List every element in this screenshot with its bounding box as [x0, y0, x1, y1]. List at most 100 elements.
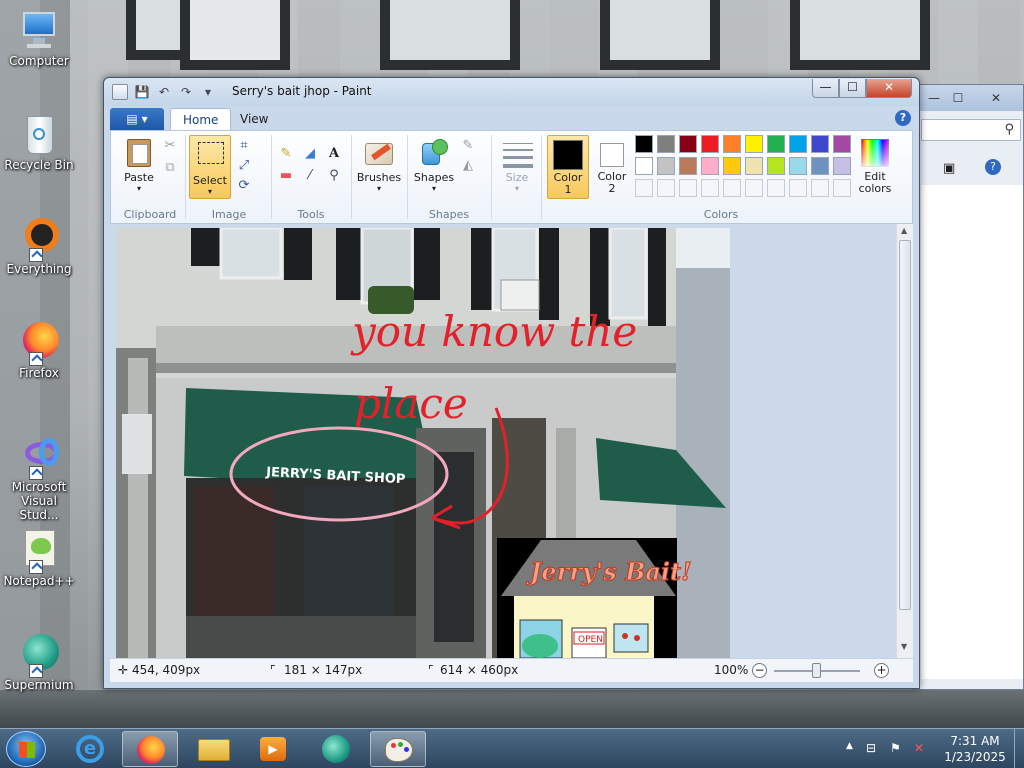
cut-icon[interactable]: ✂ [161, 137, 179, 155]
color-picker-icon[interactable]: ⁄ [301, 167, 319, 185]
save-icon[interactable]: 💾 [134, 84, 150, 100]
action-center-flag-icon[interactable]: ⚑ [890, 741, 901, 755]
palette-color-swatch[interactable] [657, 157, 675, 175]
color2-button[interactable]: Color 2 [593, 135, 631, 199]
taskbar-firefox[interactable] [122, 731, 178, 767]
paint-window[interactable]: 💾 ↶ ↷ ▾ Serry's bait jhop - Paint — ☐ ✕ … [103, 77, 920, 689]
palette-color-swatch[interactable] [789, 157, 807, 175]
redo-icon[interactable]: ↷ [178, 84, 194, 100]
background-search-box[interactable]: ⚲ [921, 119, 1021, 141]
background-window[interactable]: — ☐ ✕ ⚲ ▣ ? [912, 84, 1024, 690]
custom-color-slot[interactable] [833, 179, 851, 197]
start-button[interactable] [6, 731, 46, 767]
palette-color-swatch[interactable] [657, 135, 675, 153]
paint-titlebar[interactable] [104, 78, 919, 106]
maximize-icon[interactable]: ☐ [945, 89, 971, 107]
copy-icon[interactable]: ⧉ [161, 159, 179, 177]
desktop-icon-computer[interactable]: Computer [2, 8, 76, 68]
custom-color-slot[interactable] [701, 179, 719, 197]
palette-color-swatch[interactable] [701, 135, 719, 153]
close-icon[interactable]: ✕ [983, 89, 1009, 107]
show-hidden-icons-icon[interactable]: ▲ [846, 741, 853, 751]
pane-icon[interactable]: ▣ [943, 161, 955, 176]
tab-home[interactable]: Home [170, 108, 232, 131]
palette-color-swatch[interactable] [723, 157, 741, 175]
palette-color-swatch[interactable] [679, 157, 697, 175]
resize-icon[interactable]: ⤢ [235, 157, 253, 175]
palette-color-swatch[interactable] [679, 135, 697, 153]
text-tool-icon[interactable]: A [325, 145, 343, 163]
taskbar-media-player[interactable]: ▶ [246, 731, 302, 767]
tab-view[interactable]: View [228, 108, 280, 131]
outline-icon[interactable]: ✎ [459, 137, 477, 155]
custom-color-slot[interactable] [679, 179, 697, 197]
brushes-button[interactable]: Brushes ▾ [355, 137, 403, 193]
scroll-up-icon[interactable]: ▲ [901, 226, 907, 235]
help-icon[interactable]: ? [985, 159, 1001, 175]
custom-color-slot[interactable] [635, 179, 653, 197]
size-button[interactable]: Size ▾ [497, 137, 537, 193]
eraser-icon[interactable]: ▬ [277, 167, 295, 185]
maximize-button[interactable]: ☐ [839, 79, 866, 98]
volume-muted-icon[interactable]: ✕ [914, 741, 924, 755]
paint-app-icon[interactable] [112, 84, 128, 100]
zoom-out-button[interactable]: − [752, 663, 767, 678]
fill-bucket-icon[interactable]: ◢ [301, 145, 319, 163]
close-button[interactable]: ✕ [866, 79, 912, 98]
palette-color-swatch[interactable] [811, 157, 829, 175]
custom-color-slot[interactable] [723, 179, 741, 197]
paste-button[interactable]: Paste ▾ [117, 137, 161, 193]
desktop-icon-everything[interactable]: Everything [2, 216, 76, 276]
customize-qat-icon[interactable]: ▾ [200, 84, 216, 100]
desktop-icon-visual-studio[interactable]: Microsoft Visual Stud... [2, 434, 76, 522]
undo-icon[interactable]: ↶ [156, 84, 172, 100]
vertical-scrollbar[interactable]: ▲ ▼ [896, 224, 913, 658]
palette-color-swatch[interactable] [767, 157, 785, 175]
color1-button[interactable]: Color 1 [547, 135, 589, 199]
desktop-icon-firefox[interactable]: Firefox [2, 320, 76, 380]
canvas-area[interactable]: JERRY'S BAIT SHOP you know the place Jer… [110, 224, 913, 658]
system-clock[interactable]: 7:31 AM 1/23/2025 [940, 733, 1010, 765]
shapes-button[interactable]: Shapes ▾ [411, 137, 457, 193]
desktop-icon-supermium[interactable]: Supermium [2, 632, 76, 692]
rotate-icon[interactable]: ⟳ [235, 177, 253, 195]
palette-color-swatch[interactable] [635, 157, 653, 175]
custom-color-slot[interactable] [811, 179, 829, 197]
custom-color-slot[interactable] [789, 179, 807, 197]
palette-color-swatch[interactable] [701, 157, 719, 175]
show-desktop-button[interactable] [1014, 729, 1024, 768]
fill-icon[interactable]: ◭ [459, 157, 477, 175]
palette-color-swatch[interactable] [833, 157, 851, 175]
network-icon[interactable]: ⊟ [866, 741, 876, 755]
minimize-button[interactable]: — [812, 79, 839, 98]
magnifier-icon[interactable]: ⚲ [325, 167, 343, 185]
zoom-slider-thumb[interactable] [812, 663, 821, 678]
palette-color-swatch[interactable] [811, 135, 829, 153]
palette-color-swatch[interactable] [745, 157, 763, 175]
select-button[interactable]: Select ▾ [189, 135, 231, 199]
pencil-icon[interactable]: ✎ [277, 145, 295, 163]
edit-colors-button[interactable]: Edit colors [855, 137, 895, 195]
desktop-icon-recycle-bin[interactable]: Recycle Bin [2, 112, 76, 172]
palette-color-swatch[interactable] [789, 135, 807, 153]
desktop-icon-notepad-plus-plus[interactable]: Notepad++ [2, 528, 76, 588]
canvas-image[interactable]: JERRY'S BAIT SHOP you know the place Jer… [116, 228, 730, 658]
taskbar-paint[interactable] [370, 731, 426, 767]
custom-color-slot[interactable] [767, 179, 785, 197]
zoom-in-button[interactable]: + [874, 663, 889, 678]
minimize-icon[interactable]: — [921, 89, 947, 107]
taskbar-supermium[interactable] [308, 731, 364, 767]
custom-color-slot[interactable] [657, 179, 675, 197]
scroll-down-icon[interactable]: ▼ [901, 642, 907, 651]
palette-color-swatch[interactable] [745, 135, 763, 153]
taskbar-file-explorer[interactable] [186, 731, 242, 767]
taskbar-internet-explorer[interactable]: e [62, 731, 118, 767]
palette-color-swatch[interactable] [767, 135, 785, 153]
custom-color-slot[interactable] [745, 179, 763, 197]
scrollbar-thumb[interactable] [899, 240, 911, 610]
help-icon[interactable]: ? [895, 110, 911, 126]
palette-color-swatch[interactable] [723, 135, 741, 153]
palette-color-swatch[interactable] [635, 135, 653, 153]
crop-icon[interactable]: ⌗ [235, 137, 253, 155]
palette-color-swatch[interactable] [833, 135, 851, 153]
